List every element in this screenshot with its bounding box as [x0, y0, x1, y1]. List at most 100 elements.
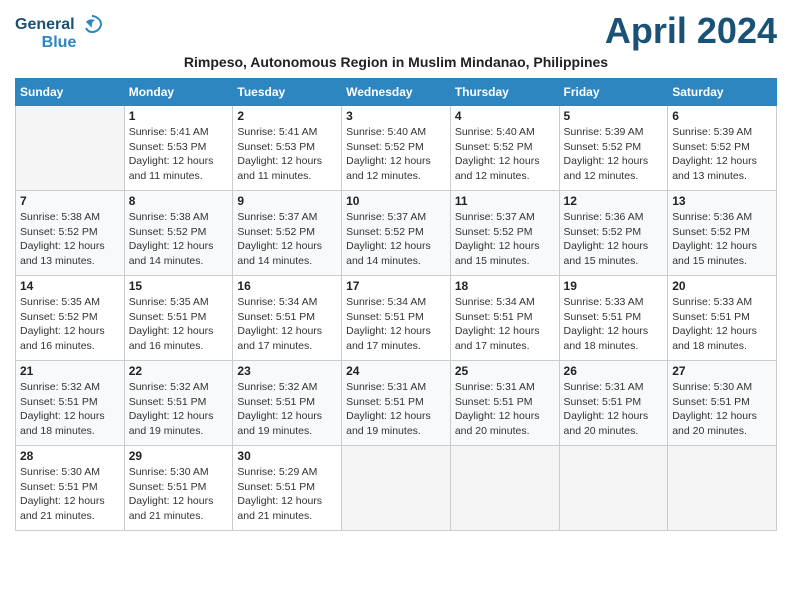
day-number: 13 [672, 194, 772, 208]
calendar-cell: 6 Sunrise: 5:39 AM Sunset: 5:52 PM Daylig… [668, 106, 777, 191]
day-number: 3 [346, 109, 446, 123]
calendar-table: SundayMondayTuesdayWednesdayThursdayFrid… [15, 78, 777, 531]
calendar-cell: 26 Sunrise: 5:31 AM Sunset: 5:51 PM Dayli… [559, 361, 668, 446]
day-number: 17 [346, 279, 446, 293]
day-info: Sunrise: 5:31 AM Sunset: 5:51 PM Dayligh… [346, 380, 446, 439]
day-number: 20 [672, 279, 772, 293]
day-info: Sunrise: 5:36 AM Sunset: 5:52 PM Dayligh… [564, 210, 664, 269]
day-number: 24 [346, 364, 446, 378]
day-number: 30 [237, 449, 337, 463]
logo: General Blue [15, 14, 103, 52]
day-number: 10 [346, 194, 446, 208]
day-info: Sunrise: 5:31 AM Sunset: 5:51 PM Dayligh… [455, 380, 555, 439]
day-info: Sunrise: 5:32 AM Sunset: 5:51 PM Dayligh… [20, 380, 120, 439]
day-info: Sunrise: 5:36 AM Sunset: 5:52 PM Dayligh… [672, 210, 772, 269]
calendar-cell: 14 Sunrise: 5:35 AM Sunset: 5:52 PM Dayli… [16, 276, 125, 361]
day-info: Sunrise: 5:32 AM Sunset: 5:51 PM Dayligh… [237, 380, 337, 439]
calendar-cell: 17 Sunrise: 5:34 AM Sunset: 5:51 PM Dayli… [342, 276, 451, 361]
day-info: Sunrise: 5:33 AM Sunset: 5:51 PM Dayligh… [672, 295, 772, 354]
weekday-header-wednesday: Wednesday [342, 79, 451, 106]
day-number: 27 [672, 364, 772, 378]
day-info: Sunrise: 5:34 AM Sunset: 5:51 PM Dayligh… [346, 295, 446, 354]
day-info: Sunrise: 5:30 AM Sunset: 5:51 PM Dayligh… [20, 465, 120, 524]
calendar-cell: 12 Sunrise: 5:36 AM Sunset: 5:52 PM Dayli… [559, 191, 668, 276]
day-number: 8 [129, 194, 229, 208]
day-info: Sunrise: 5:39 AM Sunset: 5:52 PM Dayligh… [672, 125, 772, 184]
calendar-cell [16, 106, 125, 191]
day-info: Sunrise: 5:39 AM Sunset: 5:52 PM Dayligh… [564, 125, 664, 184]
day-info: Sunrise: 5:35 AM Sunset: 5:51 PM Dayligh… [129, 295, 229, 354]
calendar-cell: 4 Sunrise: 5:40 AM Sunset: 5:52 PM Daylig… [450, 106, 559, 191]
day-info: Sunrise: 5:40 AM Sunset: 5:52 PM Dayligh… [455, 125, 555, 184]
day-number: 16 [237, 279, 337, 293]
day-number: 26 [564, 364, 664, 378]
day-info: Sunrise: 5:37 AM Sunset: 5:52 PM Dayligh… [346, 210, 446, 269]
day-info: Sunrise: 5:34 AM Sunset: 5:51 PM Dayligh… [237, 295, 337, 354]
day-info: Sunrise: 5:38 AM Sunset: 5:52 PM Dayligh… [20, 210, 120, 269]
calendar-cell: 10 Sunrise: 5:37 AM Sunset: 5:52 PM Dayli… [342, 191, 451, 276]
page-subtitle: Rimpeso, Autonomous Region in Muslim Min… [15, 54, 777, 70]
calendar-cell: 29 Sunrise: 5:30 AM Sunset: 5:51 PM Dayli… [124, 446, 233, 531]
calendar-cell: 1Sunrise: 5:41 AM Sunset: 5:53 PM Daylig… [124, 106, 233, 191]
calendar-cell: 8 Sunrise: 5:38 AM Sunset: 5:52 PM Daylig… [124, 191, 233, 276]
weekday-header-friday: Friday [559, 79, 668, 106]
weekday-header-saturday: Saturday [668, 79, 777, 106]
day-number: 19 [564, 279, 664, 293]
day-info: Sunrise: 5:38 AM Sunset: 5:52 PM Dayligh… [129, 210, 229, 269]
day-info: Sunrise: 5:34 AM Sunset: 5:51 PM Dayligh… [455, 295, 555, 354]
calendar-cell: 3 Sunrise: 5:40 AM Sunset: 5:52 PM Daylig… [342, 106, 451, 191]
day-number: 25 [455, 364, 555, 378]
calendar-cell: 27 Sunrise: 5:30 AM Sunset: 5:51 PM Dayli… [668, 361, 777, 446]
calendar-cell [450, 446, 559, 531]
day-number: 1 [129, 109, 229, 123]
calendar-cell [668, 446, 777, 531]
calendar-cell: 2 Sunrise: 5:41 AM Sunset: 5:53 PM Daylig… [233, 106, 342, 191]
calendar-cell: 22 Sunrise: 5:32 AM Sunset: 5:51 PM Dayli… [124, 361, 233, 446]
day-info: Sunrise: 5:37 AM Sunset: 5:52 PM Dayligh… [455, 210, 555, 269]
day-number: 18 [455, 279, 555, 293]
day-number: 5 [564, 109, 664, 123]
day-number: 12 [564, 194, 664, 208]
weekday-header-thursday: Thursday [450, 79, 559, 106]
day-info: Sunrise: 5:32 AM Sunset: 5:51 PM Dayligh… [129, 380, 229, 439]
day-number: 22 [129, 364, 229, 378]
day-number: 29 [129, 449, 229, 463]
day-info: Sunrise: 5:41 AM Sunset: 5:53 PM Dayligh… [237, 125, 337, 184]
calendar-cell: 15 Sunrise: 5:35 AM Sunset: 5:51 PM Dayli… [124, 276, 233, 361]
weekday-header-tuesday: Tuesday [233, 79, 342, 106]
day-info: Sunrise: 5:30 AM Sunset: 5:51 PM Dayligh… [129, 465, 229, 524]
day-number: 23 [237, 364, 337, 378]
calendar-cell: 28 Sunrise: 5:30 AM Sunset: 5:51 PM Dayli… [16, 446, 125, 531]
day-number: 28 [20, 449, 120, 463]
day-info: Sunrise: 5:33 AM Sunset: 5:51 PM Dayligh… [564, 295, 664, 354]
day-number: 11 [455, 194, 555, 208]
weekday-header-monday: Monday [124, 79, 233, 106]
day-number: 9 [237, 194, 337, 208]
day-info: Sunrise: 5:35 AM Sunset: 5:52 PM Dayligh… [20, 295, 120, 354]
day-number: 14 [20, 279, 120, 293]
calendar-cell [559, 446, 668, 531]
calendar-cell: 5 Sunrise: 5:39 AM Sunset: 5:52 PM Daylig… [559, 106, 668, 191]
weekday-header-sunday: Sunday [16, 79, 125, 106]
calendar-cell: 19 Sunrise: 5:33 AM Sunset: 5:51 PM Dayli… [559, 276, 668, 361]
day-number: 15 [129, 279, 229, 293]
calendar-cell: 18 Sunrise: 5:34 AM Sunset: 5:51 PM Dayli… [450, 276, 559, 361]
day-info: Sunrise: 5:40 AM Sunset: 5:52 PM Dayligh… [346, 125, 446, 184]
day-info: Sunrise: 5:30 AM Sunset: 5:51 PM Dayligh… [672, 380, 772, 439]
calendar-cell: 25 Sunrise: 5:31 AM Sunset: 5:51 PM Dayli… [450, 361, 559, 446]
calendar-cell: 30 Sunrise: 5:29 AM Sunset: 5:51 PM Dayli… [233, 446, 342, 531]
day-number: 6 [672, 109, 772, 123]
calendar-cell [342, 446, 451, 531]
day-info: Sunrise: 5:37 AM Sunset: 5:52 PM Dayligh… [237, 210, 337, 269]
calendar-cell: 24 Sunrise: 5:31 AM Sunset: 5:51 PM Dayli… [342, 361, 451, 446]
calendar-cell: 21 Sunrise: 5:32 AM Sunset: 5:51 PM Dayli… [16, 361, 125, 446]
day-info: Sunrise: 5:29 AM Sunset: 5:51 PM Dayligh… [237, 465, 337, 524]
day-info: Sunrise: 5:31 AM Sunset: 5:51 PM Dayligh… [564, 380, 664, 439]
calendar-cell: 9 Sunrise: 5:37 AM Sunset: 5:52 PM Daylig… [233, 191, 342, 276]
calendar-cell: 16 Sunrise: 5:34 AM Sunset: 5:51 PM Dayli… [233, 276, 342, 361]
day-number: 21 [20, 364, 120, 378]
calendar-cell: 13 Sunrise: 5:36 AM Sunset: 5:52 PM Dayli… [668, 191, 777, 276]
calendar-cell: 11 Sunrise: 5:37 AM Sunset: 5:52 PM Dayli… [450, 191, 559, 276]
day-number: 2 [237, 109, 337, 123]
day-number: 4 [455, 109, 555, 123]
